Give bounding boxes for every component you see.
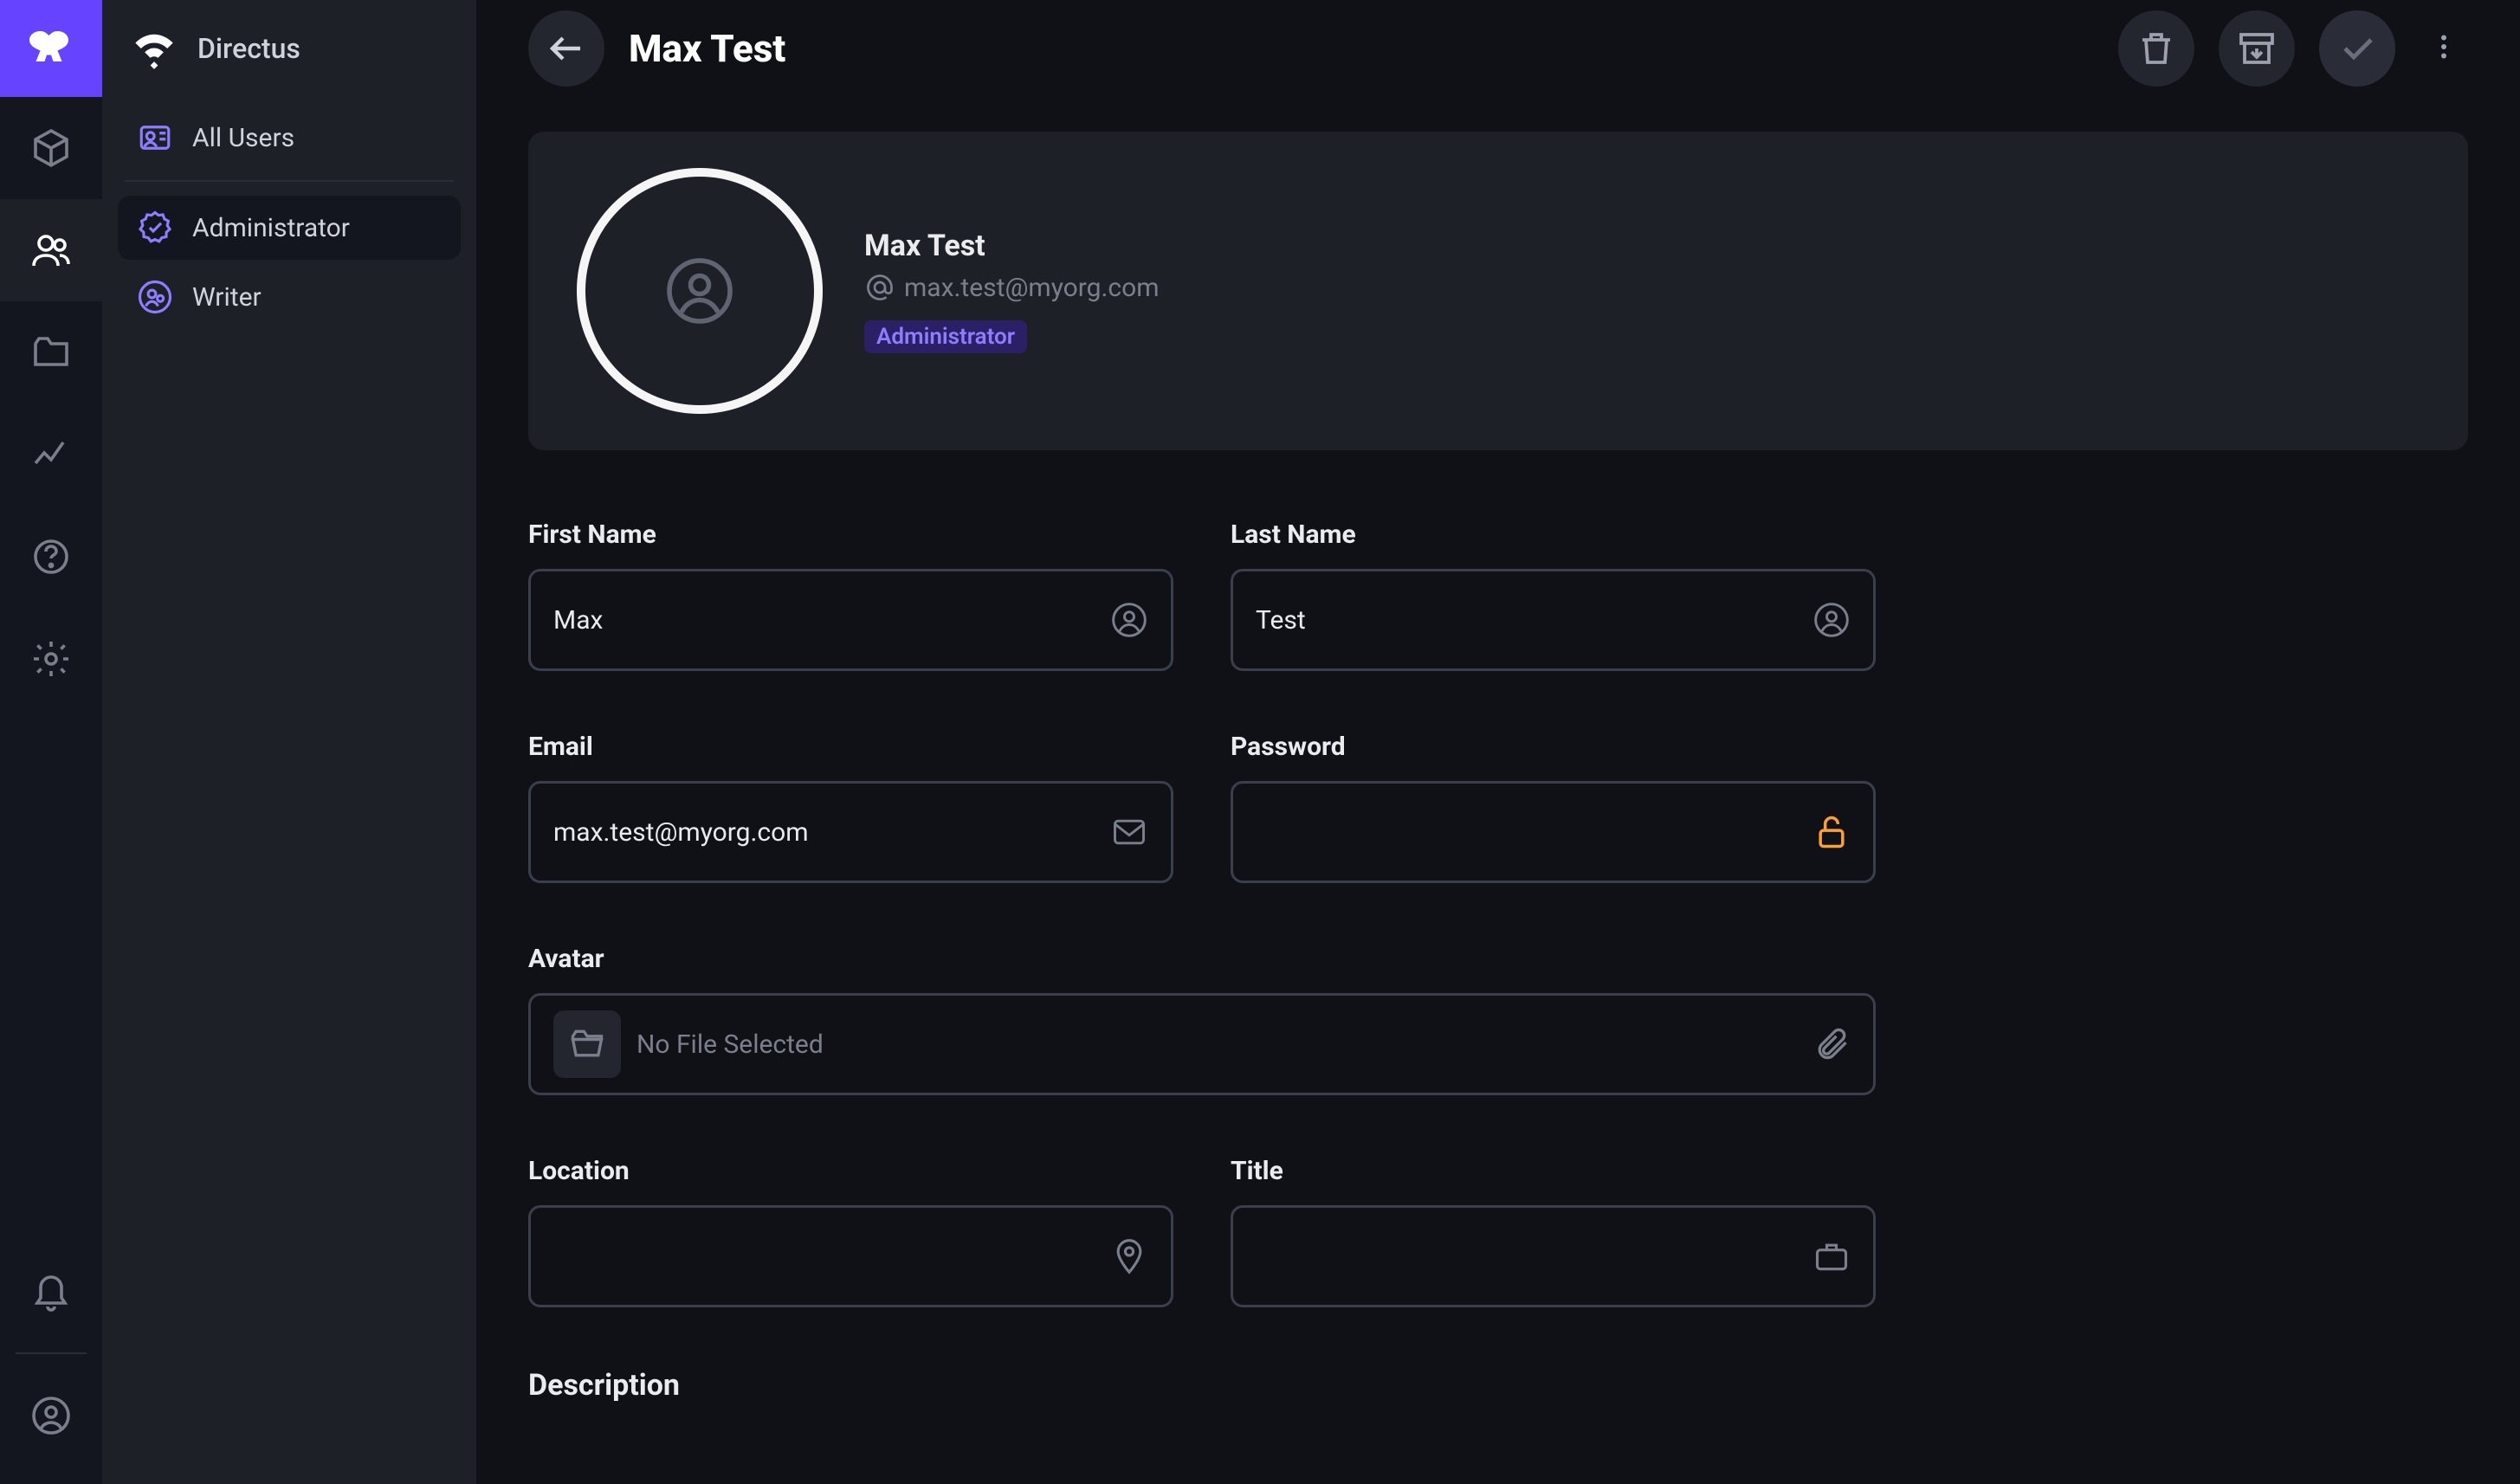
person-circle-icon xyxy=(663,255,736,327)
field-label: First Name xyxy=(528,519,1173,550)
avatar-file-input[interactable]: No File Selected xyxy=(528,993,1876,1095)
account-circle-icon xyxy=(30,1395,72,1436)
sidebar-item-label: Writer xyxy=(192,282,262,313)
field-label: Password xyxy=(1231,732,1876,762)
verified-icon xyxy=(137,210,173,246)
lock-open-icon xyxy=(1812,813,1851,851)
location-input-wrapper[interactable] xyxy=(528,1205,1173,1307)
save-button[interactable] xyxy=(2319,10,2395,87)
user-card-info: Max Test max.test@myorg.com Administrato… xyxy=(864,229,1160,353)
folder-icon xyxy=(30,332,72,373)
field-title: Title xyxy=(1231,1156,1876,1307)
field-first-name: First Name xyxy=(528,519,1173,671)
sidebar-divider xyxy=(125,180,454,182)
more-button[interactable] xyxy=(2420,31,2468,66)
rail-item-notifications[interactable] xyxy=(0,1240,102,1342)
rail-item-users[interactable] xyxy=(0,199,102,301)
trash-icon xyxy=(2136,28,2177,69)
field-last-name: Last Name xyxy=(1231,519,1876,671)
email-input[interactable] xyxy=(553,817,1095,848)
rail-item-collections[interactable] xyxy=(0,97,102,199)
user-card: Max Test max.test@myorg.com Administrato… xyxy=(528,132,2468,450)
users-badge-icon xyxy=(137,119,173,156)
folder-open-icon xyxy=(568,1025,606,1063)
check-icon xyxy=(2336,28,2378,69)
file-placeholder: No File Selected xyxy=(636,1029,824,1060)
sidebar-item-writer[interactable]: Writer xyxy=(118,265,461,329)
field-location: Location xyxy=(528,1156,1173,1307)
back-button[interactable] xyxy=(528,10,604,87)
title-input[interactable] xyxy=(1256,1242,1797,1272)
location-input[interactable] xyxy=(553,1242,1095,1272)
first-name-input[interactable] xyxy=(553,605,1095,636)
field-label: Email xyxy=(528,732,1173,762)
rail-item-settings[interactable] xyxy=(0,608,102,710)
field-email: Email xyxy=(528,732,1173,883)
title-input-wrapper[interactable] xyxy=(1231,1205,1876,1307)
sidebar-item-all-users[interactable]: All Users xyxy=(118,106,461,170)
app-name: Directus xyxy=(197,32,300,65)
help-icon xyxy=(30,536,72,577)
app-logo[interactable] xyxy=(0,0,102,97)
attach-icon xyxy=(1812,1025,1851,1063)
open-folder-button[interactable] xyxy=(553,1010,621,1078)
briefcase-icon xyxy=(1812,1237,1851,1275)
arrow-left-icon xyxy=(546,28,587,69)
rail-footer xyxy=(0,1240,102,1484)
users-icon xyxy=(30,229,72,271)
field-avatar: Avatar No File Selected xyxy=(528,944,1876,1095)
rail-divider xyxy=(16,1352,87,1354)
rail-items xyxy=(0,97,102,710)
field-label: Title xyxy=(1231,1156,1876,1186)
field-label: Avatar xyxy=(528,944,1876,974)
bell-icon xyxy=(30,1270,72,1312)
chart-line-icon xyxy=(30,434,72,475)
last-name-input[interactable] xyxy=(1256,605,1797,636)
field-description-label: Description xyxy=(528,1368,2468,1403)
more-vert-icon xyxy=(2428,31,2459,62)
person-circle-icon xyxy=(1812,601,1851,639)
wifi-icon xyxy=(132,26,177,71)
supervised-user-icon xyxy=(137,279,173,315)
box-icon xyxy=(30,127,72,169)
user-card-email-text: max.test@myorg.com xyxy=(904,273,1160,303)
sidebar-list: All Users Administrator Writer xyxy=(102,97,476,338)
last-name-input-wrapper[interactable] xyxy=(1231,569,1876,671)
sidebar: Directus All Users Administrator Writer xyxy=(102,0,476,1484)
archive-button[interactable] xyxy=(2219,10,2295,87)
password-input-wrapper[interactable] xyxy=(1231,781,1876,883)
rail-item-insights[interactable] xyxy=(0,403,102,506)
content: Max Test max.test@myorg.com Administrato… xyxy=(476,97,2520,1484)
main: Max Test Max Test max.test@myorg.com xyxy=(476,0,2520,1484)
user-card-name: Max Test xyxy=(864,229,1160,263)
archive-icon xyxy=(2236,28,2278,69)
email-input-wrapper[interactable] xyxy=(528,781,1173,883)
nav-rail xyxy=(0,0,102,1484)
gear-icon xyxy=(30,638,72,680)
sidebar-item-administrator[interactable]: Administrator xyxy=(118,196,461,260)
sidebar-item-label: Administrator xyxy=(192,213,350,243)
sidebar-item-label: All Users xyxy=(192,123,294,153)
person-circle-icon xyxy=(1110,601,1148,639)
pin-icon xyxy=(1110,1237,1148,1275)
rail-item-files[interactable] xyxy=(0,301,102,403)
rail-item-account[interactable] xyxy=(0,1365,102,1467)
rabbit-icon xyxy=(25,23,77,74)
topbar: Max Test xyxy=(476,0,2520,97)
page-title: Max Test xyxy=(629,26,785,71)
first-name-input-wrapper[interactable] xyxy=(528,569,1173,671)
at-icon xyxy=(864,272,895,303)
sidebar-header: Directus xyxy=(102,0,476,97)
avatar-placeholder[interactable] xyxy=(577,168,823,414)
form-grid: First Name Last Name Email xyxy=(528,519,1876,1307)
field-password: Password xyxy=(1231,732,1876,883)
user-card-email: max.test@myorg.com xyxy=(864,272,1160,303)
rail-item-docs[interactable] xyxy=(0,506,102,608)
field-label: Location xyxy=(528,1156,1173,1186)
mail-icon xyxy=(1110,813,1148,851)
delete-button[interactable] xyxy=(2118,10,2194,87)
password-input[interactable] xyxy=(1256,817,1797,848)
role-badge: Administrator xyxy=(864,320,1027,353)
field-label: Last Name xyxy=(1231,519,1876,550)
